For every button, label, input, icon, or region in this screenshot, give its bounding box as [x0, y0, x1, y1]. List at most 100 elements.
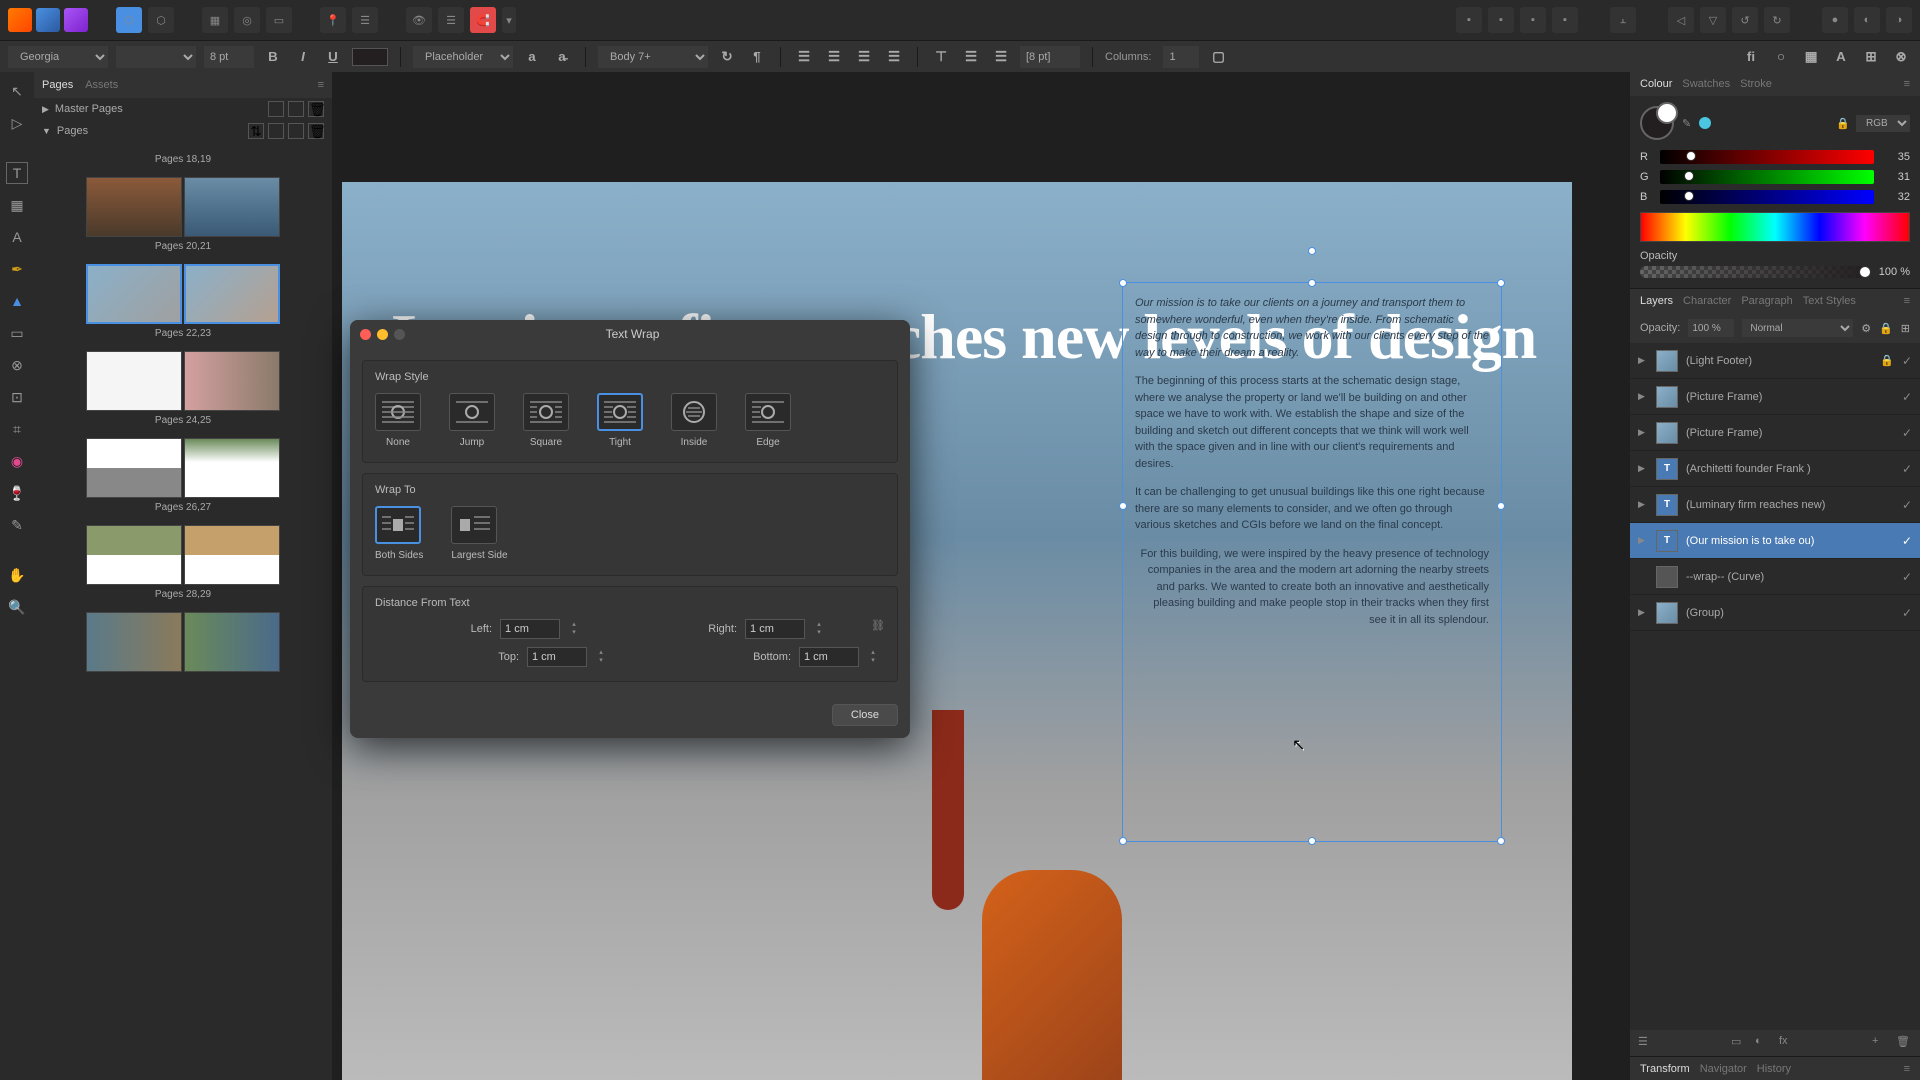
mask-icon[interactable]: ▭: [1731, 1035, 1747, 1051]
layer-row[interactable]: --wrap-- (Curve)✓: [1630, 559, 1920, 595]
g-slider[interactable]: [1660, 170, 1874, 184]
preferences-icon[interactable]: ◎: [234, 7, 260, 33]
wrap-style-tight[interactable]: Tight: [597, 393, 643, 448]
place-image-tool-icon[interactable]: ⊗: [6, 354, 28, 376]
wrap-style-inside[interactable]: Inside: [671, 393, 717, 448]
thumb-spread[interactable]: Pages 22,23: [42, 264, 324, 339]
insert-char-icon[interactable]: ▦: [1800, 46, 1822, 68]
fx-icon[interactable]: fx: [1779, 1035, 1795, 1051]
bottom-stepper[interactable]: ▴▾: [867, 649, 879, 665]
master-pages-section[interactable]: ▶ Master Pages 🗑: [34, 98, 332, 120]
zoom-tool-icon[interactable]: 🔍: [6, 596, 28, 618]
pages-section[interactable]: ▼ Pages ⇅ 🗑: [34, 120, 332, 142]
layer-row[interactable]: ▶T(Architetti founder Frank )✓: [1630, 451, 1920, 487]
align-left-icon[interactable]: ⫠: [1610, 7, 1636, 33]
thumb-spread[interactable]: Pages 24,25: [42, 351, 324, 426]
blend-mode-select[interactable]: Normal: [1742, 319, 1853, 337]
transparency-tool-icon[interactable]: 🍷: [6, 482, 28, 504]
intersect-icon[interactable]: ◑: [1886, 7, 1912, 33]
shape-tool-icon[interactable]: ▲: [6, 290, 28, 312]
link-icon[interactable]: ⛓: [871, 619, 885, 639]
left-stepper[interactable]: ▴▾: [568, 621, 580, 637]
thumb-spread[interactable]: Pages 26,27: [42, 438, 324, 513]
subtract-icon[interactable]: ◐: [1854, 7, 1880, 33]
text-colour-swatch[interactable]: [352, 48, 388, 66]
lock-icon[interactable]: 🔒: [1880, 354, 1894, 367]
preflight-icon[interactable]: ⬠: [116, 7, 142, 33]
text-frame-icon[interactable]: ▢: [1207, 46, 1229, 68]
char-style-icon[interactable]: a: [521, 46, 543, 68]
layer-opacity-input[interactable]: [1688, 319, 1734, 337]
eyedropper-current-icon[interactable]: [1699, 117, 1711, 129]
tab-assets[interactable]: Assets: [85, 79, 118, 91]
visibility-check-icon[interactable]: ✓: [1902, 498, 1912, 512]
ligatures-icon[interactable]: fi: [1740, 46, 1762, 68]
colour-mode-select[interactable]: RGB: [1856, 115, 1910, 132]
leading-input[interactable]: [1020, 46, 1080, 68]
visibility-check-icon[interactable]: ✓: [1902, 570, 1912, 584]
tab-swatches[interactable]: Swatches: [1682, 78, 1730, 90]
right-stepper[interactable]: ▴▾: [813, 621, 825, 637]
bottom-input[interactable]: [799, 647, 859, 667]
snapping-menu-icon[interactable]: ▾: [502, 7, 516, 33]
snapping-icon[interactable]: 🧲: [470, 7, 496, 33]
settings-icon[interactable]: ⊞: [1901, 322, 1910, 335]
visibility-check-icon[interactable]: ✓: [1902, 606, 1912, 620]
thumb-spread[interactable]: Pages 20,21: [42, 177, 324, 252]
opacity-value[interactable]: 100 %: [1879, 266, 1910, 278]
bullet-list-icon[interactable]: ☰: [960, 46, 982, 68]
frame-text-tool-icon[interactable]: T: [6, 162, 28, 184]
wrap-style-none[interactable]: None: [375, 393, 421, 448]
layer-row[interactable]: ▶(Picture Frame)✓: [1630, 415, 1920, 451]
lock-icon[interactable]: 🔒: [1836, 117, 1850, 130]
layer-row[interactable]: ▶T(Our mission is to take ou)✓: [1630, 523, 1920, 559]
underline-button[interactable]: U: [322, 46, 344, 68]
delete-master-button[interactable]: 🗑: [308, 101, 324, 117]
tab-navigator[interactable]: Navigator: [1700, 1063, 1747, 1075]
visibility-check-icon[interactable]: ✓: [1902, 390, 1912, 404]
visibility-check-icon[interactable]: ✓: [1902, 462, 1912, 476]
selected-text-frame[interactable]: Our mission is to take our clients on a …: [1122, 282, 1502, 842]
thumb-spread[interactable]: Pages 18,19: [42, 154, 324, 165]
app-icon-photo[interactable]: [64, 8, 88, 32]
rotate-ccw-icon[interactable]: ↺: [1732, 7, 1758, 33]
delete-layer-icon[interactable]: 🗑: [1896, 1035, 1912, 1051]
picture-frame-tool-icon[interactable]: ▭: [6, 322, 28, 344]
colour-picker-tool-icon[interactable]: ✎: [6, 514, 28, 536]
move-back-icon[interactable]: ▪: [1456, 7, 1482, 33]
pin-icon[interactable]: 📍: [320, 7, 346, 33]
app-icon-designer[interactable]: [36, 8, 60, 32]
rotate-cw-icon[interactable]: ↻: [1764, 7, 1790, 33]
text-wrap-icon[interactable]: ⊞: [1860, 46, 1882, 68]
delete-page-button[interactable]: 🗑: [308, 123, 324, 139]
table-tool-icon[interactable]: ▦: [6, 194, 28, 216]
b-slider[interactable]: [1660, 190, 1874, 204]
align-justify-icon[interactable]: ☰: [883, 46, 905, 68]
tab-history[interactable]: History: [1757, 1063, 1791, 1075]
r-slider[interactable]: [1660, 150, 1874, 164]
selection-handle[interactable]: [1119, 837, 1127, 845]
facing-master-button[interactable]: [288, 101, 304, 117]
thumb-spread[interactable]: [42, 612, 324, 672]
tab-transform[interactable]: Transform: [1640, 1063, 1690, 1075]
move-front-icon[interactable]: ▪: [1552, 7, 1578, 33]
app-icon-publisher[interactable]: [8, 8, 32, 32]
wrap-style-square[interactable]: Square: [523, 393, 569, 448]
paragraph-style-select[interactable]: Placeholder: [413, 46, 513, 68]
rotation-handle[interactable]: [1308, 247, 1316, 255]
panel-menu-icon[interactable]: ≡: [1904, 1063, 1910, 1075]
columns-input[interactable]: [1163, 46, 1199, 68]
adjustment-icon[interactable]: ◐: [1755, 1035, 1771, 1051]
typography-icon[interactable]: ○: [1770, 46, 1792, 68]
artistic-text-tool-icon[interactable]: A: [6, 226, 28, 248]
g-value[interactable]: 31: [1882, 171, 1910, 183]
facing-page-button[interactable]: [288, 123, 304, 139]
panel-menu-icon[interactable]: ≡: [1904, 295, 1910, 307]
view-tool-icon[interactable]: ✋: [6, 564, 28, 586]
selection-handle[interactable]: [1497, 279, 1505, 287]
selection-handle[interactable]: [1119, 502, 1127, 510]
lock-icon[interactable]: 🔒: [1879, 322, 1893, 335]
font-style-select[interactable]: [116, 46, 196, 68]
clip-canvas-icon[interactable]: ☰: [438, 7, 464, 33]
clear-style-icon[interactable]: a̵: [551, 46, 573, 68]
